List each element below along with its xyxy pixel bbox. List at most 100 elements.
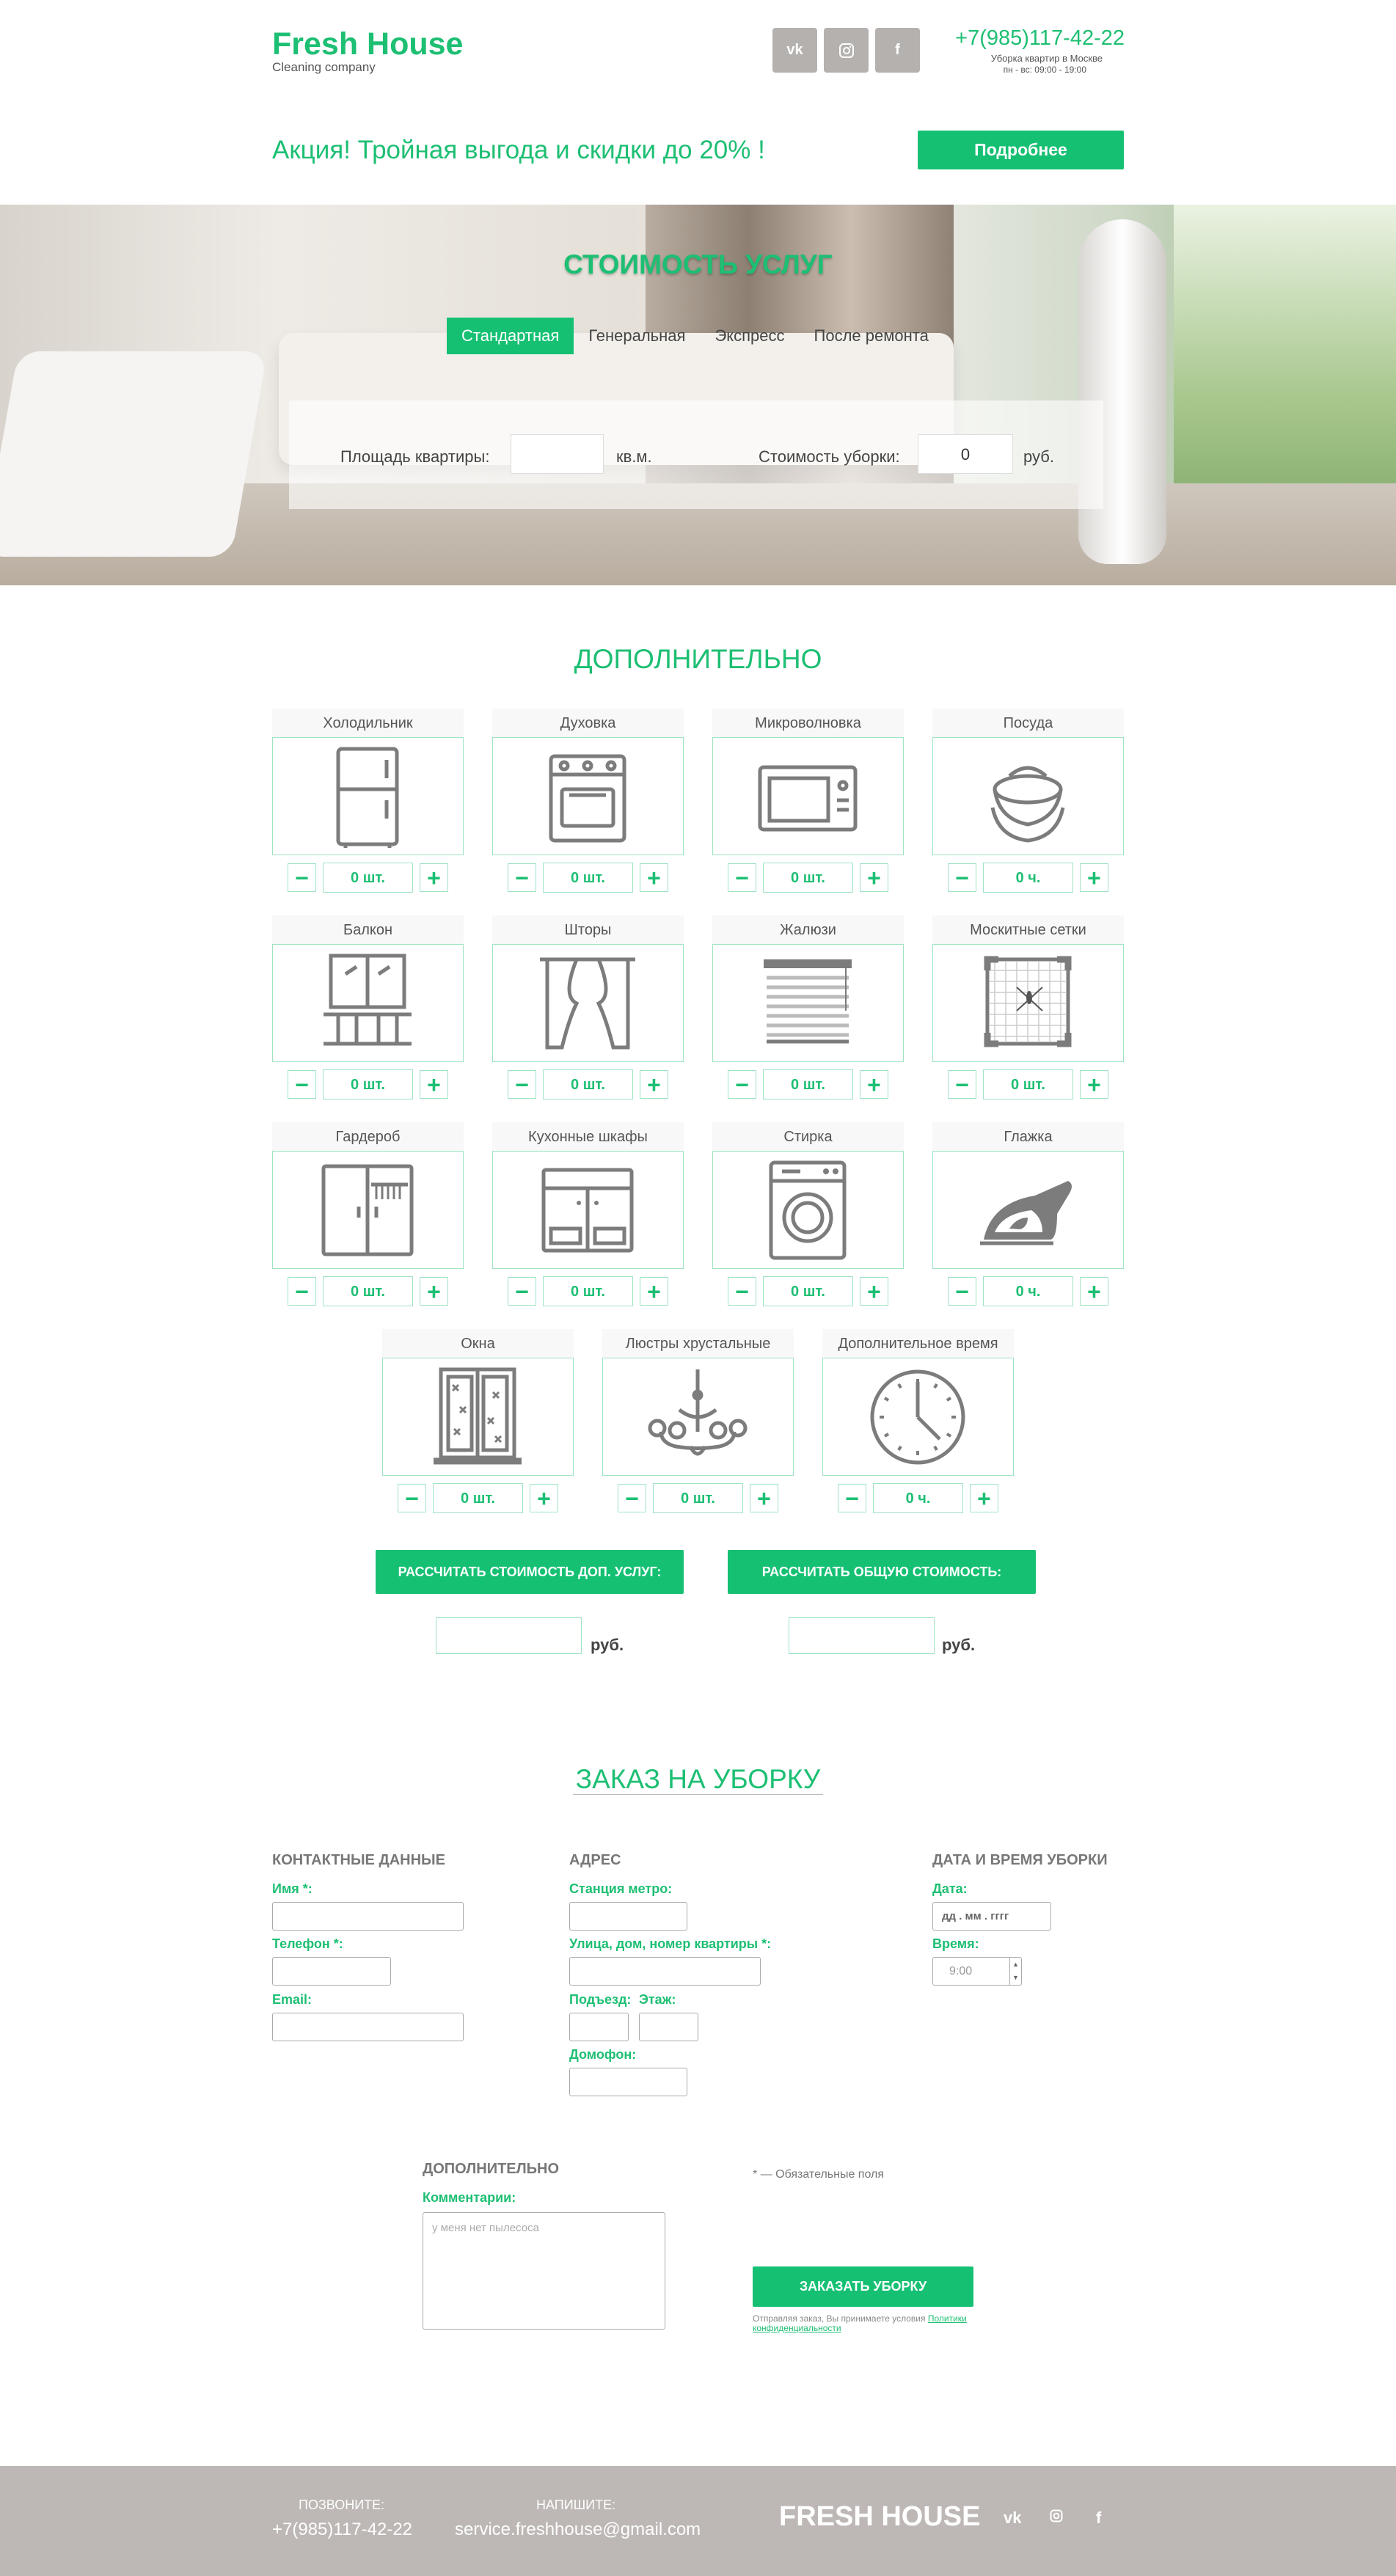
metro-input[interactable] <box>569 1902 687 1931</box>
quantity-stepper: − 0 шт. + <box>508 1069 668 1099</box>
name-input[interactable] <box>272 1902 464 1931</box>
pricing-title: СТОИМОСТЬ УСЛУГ <box>563 249 833 279</box>
minus-button[interactable]: − <box>398 1484 426 1512</box>
balcony-icon <box>324 954 412 1046</box>
quantity-value[interactable]: 0 шт. <box>543 1069 633 1099</box>
minus-button[interactable]: − <box>728 1277 756 1306</box>
plus-button[interactable]: + <box>1080 1070 1108 1099</box>
quantity-value[interactable]: 0 шт. <box>763 863 853 893</box>
entrance-input[interactable] <box>569 2013 629 2041</box>
calc-extras-button[interactable]: РАССЧИТАТЬ СТОИМОСТЬ ДОП. УСЛУГ: <box>376 1550 684 1594</box>
intercom-label: Домофон: <box>569 2047 637 2062</box>
intercom-input[interactable] <box>569 2068 687 2096</box>
plus-button[interactable]: + <box>1080 1277 1108 1306</box>
tab-general[interactable]: Генеральная <box>574 318 700 354</box>
quantity-value[interactable]: 0 ч. <box>873 1483 963 1513</box>
minus-button[interactable]: − <box>618 1484 646 1512</box>
tab-after-repair[interactable]: После ремонта <box>800 318 943 354</box>
phone-input[interactable] <box>272 1957 391 1986</box>
calc-total-button[interactable]: РАССЧИТАТЬ ОБЩУЮ СТОИМОСТЬ: <box>728 1550 1036 1594</box>
minus-button[interactable]: − <box>508 1277 536 1306</box>
minus-button[interactable]: − <box>288 863 316 892</box>
quantity-stepper: − 0 шт. + <box>398 1483 558 1513</box>
plus-button[interactable]: + <box>420 1277 448 1306</box>
quantity-value[interactable]: 0 шт. <box>323 863 413 893</box>
footer-email[interactable]: service.freshhouse@gmail.com <box>455 2520 701 2540</box>
quantity-value[interactable]: 0 шт. <box>323 1276 413 1306</box>
footer-instagram-icon[interactable] <box>1049 2509 1064 2528</box>
footer-write-caption: НАПИШИТЕ: <box>536 2498 616 2512</box>
card-title: Окна <box>382 1329 574 1358</box>
footer-vk-icon[interactable]: vk <box>1004 2509 1021 2528</box>
plus-button[interactable]: + <box>640 1070 668 1099</box>
instagram-icon[interactable] <box>824 28 869 73</box>
minus-button[interactable]: − <box>728 1070 756 1099</box>
comment-textarea[interactable]: у меня нет пылесоса <box>423 2212 665 2330</box>
spinner-icon[interactable]: ▲ ▼ <box>1009 1958 1021 1985</box>
minus-button[interactable]: − <box>948 1070 976 1099</box>
plus-button[interactable]: + <box>640 863 668 892</box>
time-select[interactable]: 9:00 ▲ ▼ <box>932 1957 1022 1986</box>
card-title: Балкон <box>272 915 464 945</box>
footer-phone[interactable]: +7(985)117-42-22 <box>272 2520 412 2540</box>
quantity-value[interactable]: 0 шт. <box>763 1276 853 1306</box>
header-hours: пн - вс: 09:00 - 19:00 <box>1003 65 1086 75</box>
quantity-value[interactable]: 0 шт. <box>983 1069 1073 1099</box>
quantity-value[interactable]: 0 шт. <box>543 1276 633 1306</box>
plus-button[interactable]: + <box>640 1277 668 1306</box>
consent-text: Отправляя заказ, Вы принимаете условия П… <box>753 2313 967 2333</box>
order-title: ЗАКАЗ НА УБОРКУ <box>0 1764 1396 1795</box>
wardrobe-icon <box>321 1164 414 1256</box>
minus-button[interactable]: − <box>508 1070 536 1099</box>
floor-input[interactable] <box>639 2013 698 2041</box>
minus-button[interactable]: − <box>288 1070 316 1099</box>
plus-button[interactable]: + <box>750 1484 778 1512</box>
facebook-icon[interactable]: f <box>875 28 920 73</box>
tab-express[interactable]: Экспресс <box>700 318 799 354</box>
plus-button[interactable]: + <box>860 1277 888 1306</box>
quantity-value[interactable]: 0 ч. <box>983 863 1073 893</box>
time-value: 9:00 <box>949 1965 973 1977</box>
quantity-stepper: − 0 шт. + <box>288 1276 448 1306</box>
minus-button[interactable]: − <box>948 1277 976 1306</box>
minus-button[interactable]: − <box>728 863 756 892</box>
quantity-value[interactable]: 0 шт. <box>653 1483 743 1513</box>
logo[interactable]: Fresh House <box>272 26 463 62</box>
street-label: Улица, дом, номер квартиры *: <box>569 1936 772 1951</box>
plus-button[interactable]: + <box>530 1484 558 1512</box>
microwave-icon <box>758 765 858 832</box>
minus-button[interactable]: − <box>838 1484 866 1512</box>
quantity-value[interactable]: 0 шт. <box>323 1069 413 1099</box>
quantity-value[interactable]: 0 ч. <box>983 1276 1073 1306</box>
card-title: Кухонные шкафы <box>492 1122 684 1152</box>
plus-button[interactable]: + <box>970 1484 998 1512</box>
order-submit-button[interactable]: ЗАКАЗАТЬ УБОРКУ <box>753 2266 973 2307</box>
minus-button[interactable]: − <box>288 1277 316 1306</box>
header-phone[interactable]: +7(985)117-42-22 <box>955 26 1125 51</box>
street-input[interactable] <box>569 1957 761 1986</box>
pricing-tabs: Стандартная Генеральная Экспресс После р… <box>447 318 943 354</box>
minus-button[interactable]: − <box>948 863 976 892</box>
footer-logo[interactable]: FRESH HOUSE <box>779 2501 980 2533</box>
date-input[interactable]: дд . мм . гггг <box>932 1902 1051 1931</box>
email-input[interactable] <box>272 2013 464 2041</box>
plus-button[interactable]: + <box>860 1070 888 1099</box>
plus-button[interactable]: + <box>1080 863 1108 892</box>
minus-button[interactable]: − <box>508 863 536 892</box>
promo-more-button[interactable]: Подробнее <box>918 131 1124 169</box>
fridge-icon <box>336 747 399 848</box>
card-title: Холодильник <box>272 709 464 738</box>
quantity-value[interactable]: 0 шт. <box>543 863 633 893</box>
quantity-stepper: − 0 шт. + <box>948 1069 1108 1099</box>
tab-standard[interactable]: Стандартная <box>447 318 574 354</box>
area-input[interactable] <box>511 434 604 474</box>
vk-icon[interactable]: vk <box>772 28 817 73</box>
plus-button[interactable]: + <box>860 863 888 892</box>
quantity-stepper: − 0 ч. + <box>948 863 1108 893</box>
quantity-value[interactable]: 0 шт. <box>763 1069 853 1099</box>
plus-button[interactable]: + <box>420 1070 448 1099</box>
window-icon <box>434 1367 522 1465</box>
footer-facebook-icon[interactable]: f <box>1096 2509 1101 2528</box>
quantity-value[interactable]: 0 шт. <box>433 1483 523 1513</box>
plus-button[interactable]: + <box>420 863 448 892</box>
